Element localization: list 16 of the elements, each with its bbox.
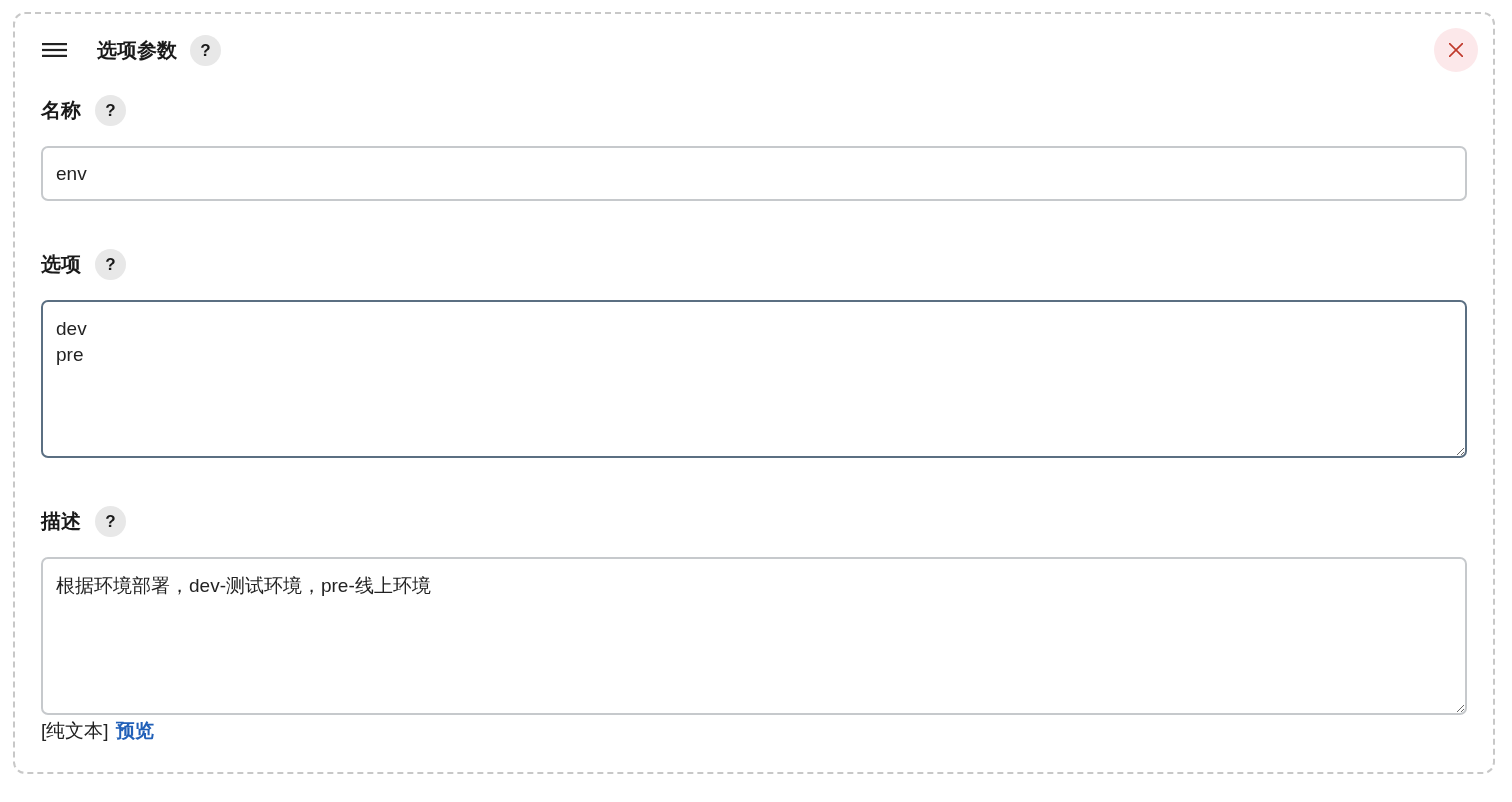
field-label: 名称 — [41, 98, 81, 123]
text-input-field[interactable]: env — [41, 146, 1467, 201]
preview-link[interactable]: 预览 — [115, 719, 154, 743]
field-label: 选项 — [41, 252, 81, 277]
menu-icon[interactable] — [42, 43, 67, 57]
section-title: 选项参数 — [97, 38, 177, 63]
format-mode-text: [纯文本] — [41, 719, 109, 743]
help-button[interactable]: ? — [95, 94, 126, 126]
textarea-field[interactable]: dev pre — [41, 300, 1467, 458]
field-label: 描述 — [41, 509, 81, 534]
help-button[interactable]: ? — [190, 34, 221, 66]
textarea-field[interactable]: 根据环境部署，dev-测试环境，pre-线上环境 — [41, 557, 1467, 715]
close-button[interactable] — [1434, 28, 1478, 72]
help-button[interactable]: ? — [95, 505, 126, 537]
close-icon — [1449, 43, 1463, 57]
help-button[interactable]: ? — [95, 248, 126, 280]
